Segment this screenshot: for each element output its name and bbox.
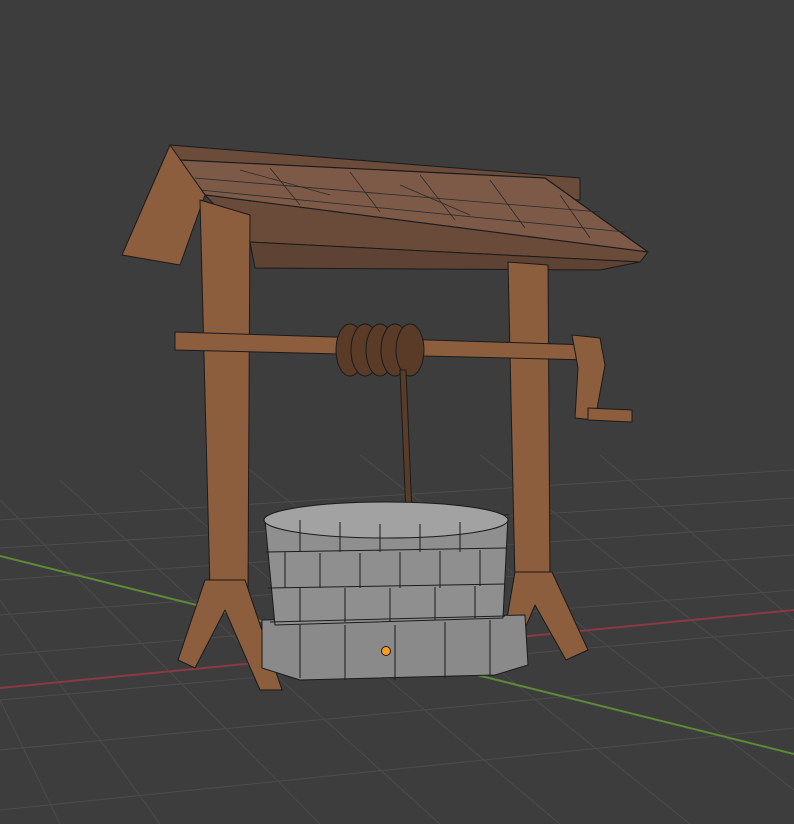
viewport-canvas[interactable] xyxy=(0,0,794,824)
object-origin xyxy=(381,646,391,656)
rope-coil xyxy=(335,323,425,377)
crank-handle xyxy=(587,407,633,423)
well-rim xyxy=(263,501,509,539)
left-post xyxy=(199,199,251,591)
3d-viewport[interactable] xyxy=(0,0,794,824)
well-model[interactable] xyxy=(121,144,649,691)
rope xyxy=(399,369,413,516)
right-post xyxy=(507,261,551,583)
crank-arm xyxy=(571,334,606,421)
